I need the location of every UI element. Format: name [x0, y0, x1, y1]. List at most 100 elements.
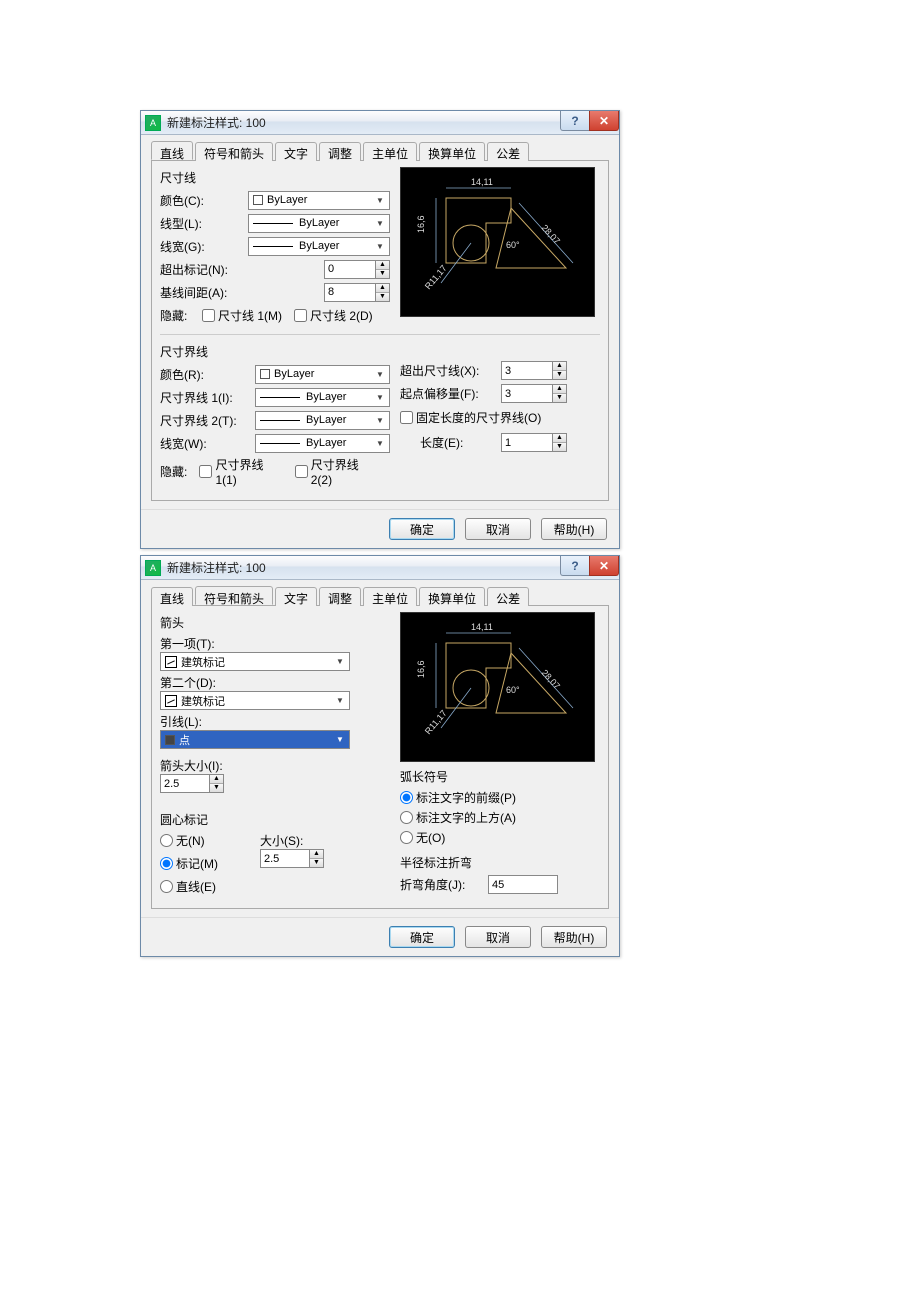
chevron-down-icon: ▼: [373, 366, 387, 383]
tab-symbols[interactable]: 符号和箭头: [195, 586, 273, 605]
color-combo[interactable]: ByLayer ▼: [248, 191, 390, 210]
svg-text:14,11: 14,11: [471, 622, 493, 632]
extend-beyond-input[interactable]: [501, 361, 553, 380]
tab-primary-units[interactable]: 主单位: [363, 587, 417, 606]
arc-prefix-radio[interactable]: 标注文字的前缀(P): [400, 789, 588, 806]
spin-up-icon[interactable]: ▲: [210, 775, 223, 784]
second-arrow-combo[interactable]: 建筑标记▼: [160, 691, 350, 710]
radius-jog-group-label: 半径标注折弯: [400, 854, 600, 871]
tab-alt-units[interactable]: 换算单位: [419, 587, 485, 606]
spin-up-icon[interactable]: ▲: [553, 385, 566, 394]
fixed-length-checkbox[interactable]: 固定长度的尺寸界线(O): [400, 409, 541, 426]
jog-angle-input[interactable]: [488, 875, 558, 894]
spin-up-icon[interactable]: ▲: [553, 434, 566, 443]
arrow-size-label: 箭头大小(I):: [160, 757, 390, 774]
close-icon[interactable]: ✕: [589, 556, 619, 576]
ext-hide-label: 隐藏:: [160, 463, 199, 480]
cancel-button[interactable]: 取消: [465, 926, 531, 948]
spin-down-icon[interactable]: ▼: [553, 443, 566, 451]
hide-extline2-checkbox[interactable]: 尺寸界线 2(2): [295, 456, 378, 487]
center-size-input[interactable]: [260, 849, 310, 868]
app-icon: A: [145, 560, 161, 576]
svg-text:16,6: 16,6: [416, 215, 426, 233]
extline1-linetype-combo[interactable]: ByLayer▼: [255, 388, 390, 407]
spin-down-icon[interactable]: ▼: [553, 394, 566, 402]
tab-fit[interactable]: 调整: [319, 142, 361, 161]
tab-strip: 直线 符号和箭头 文字 调整 主单位 换算单位 公差: [151, 586, 609, 606]
center-mark-group-label: 圆心标记: [160, 811, 390, 828]
ext-lineweight-label: 线宽(W):: [160, 435, 255, 452]
arc-none-radio[interactable]: 无(O): [400, 829, 588, 846]
arc-symbol-group-label: 弧长符号: [400, 768, 600, 785]
titlebar[interactable]: A 新建标注样式: 100 ? ✕: [141, 111, 619, 135]
extend-ticks-input[interactable]: [324, 260, 376, 279]
tab-lines[interactable]: 直线: [151, 587, 193, 606]
help-button[interactable]: 帮助(H): [541, 518, 607, 540]
extend-ticks-spinner[interactable]: ▲▼: [324, 260, 390, 279]
baseline-spacing-input[interactable]: [324, 283, 376, 302]
tab-alt-units[interactable]: 换算单位: [419, 142, 485, 161]
tab-tolerance[interactable]: 公差: [487, 142, 529, 161]
help-icon[interactable]: ?: [560, 111, 590, 131]
tab-fit[interactable]: 调整: [319, 587, 361, 606]
tab-primary-units[interactable]: 主单位: [363, 142, 417, 161]
spin-down-icon[interactable]: ▼: [310, 859, 323, 867]
close-icon[interactable]: ✕: [589, 111, 619, 131]
arc-above-radio[interactable]: 标注文字的上方(A): [400, 809, 588, 826]
spin-up-icon[interactable]: ▲: [376, 261, 389, 270]
offset-origin-input[interactable]: [501, 384, 553, 403]
center-none-radio[interactable]: 无(N): [160, 832, 218, 849]
spin-down-icon[interactable]: ▼: [210, 784, 223, 792]
help-icon[interactable]: ?: [560, 556, 590, 576]
center-mark-radio[interactable]: 标记(M): [160, 855, 218, 872]
offset-origin-spinner[interactable]: ▲▼: [501, 384, 567, 403]
linetype-combo[interactable]: ByLayer▼: [248, 214, 390, 233]
ext-color-label: 颜色(R):: [160, 366, 255, 383]
jog-angle-label: 折弯角度(J):: [400, 876, 482, 893]
center-line-radio[interactable]: 直线(E): [160, 878, 218, 895]
hide-dimline1-checkbox[interactable]: 尺寸线 1(M): [202, 307, 282, 324]
chevron-down-icon: ▼: [373, 435, 387, 452]
arrow-size-spinner[interactable]: ▲▼: [160, 774, 390, 793]
chevron-down-icon: ▼: [373, 412, 387, 429]
spin-down-icon[interactable]: ▼: [553, 371, 566, 379]
help-button[interactable]: 帮助(H): [541, 926, 607, 948]
arrow-size-input[interactable]: [160, 774, 210, 793]
chevron-down-icon: ▼: [333, 653, 347, 670]
ok-button[interactable]: 确定: [389, 518, 455, 540]
extline-group-label: 尺寸界线: [160, 343, 390, 360]
spin-up-icon[interactable]: ▲: [553, 362, 566, 371]
leader-arrow-label: 引线(L):: [160, 713, 390, 730]
titlebar[interactable]: A 新建标注样式: 100 ? ✕: [141, 556, 619, 580]
tab-text[interactable]: 文字: [275, 142, 317, 161]
spin-down-icon[interactable]: ▼: [376, 293, 389, 301]
tab-symbols[interactable]: 符号和箭头: [195, 142, 273, 161]
tab-text[interactable]: 文字: [275, 587, 317, 606]
cancel-button[interactable]: 取消: [465, 518, 531, 540]
spin-up-icon[interactable]: ▲: [310, 850, 323, 859]
first-arrow-combo[interactable]: 建筑标记▼: [160, 652, 350, 671]
center-size-spinner[interactable]: ▲▼: [260, 849, 324, 868]
tab-lines[interactable]: 直线: [151, 141, 193, 160]
tab-tolerance[interactable]: 公差: [487, 587, 529, 606]
ext-lineweight-combo[interactable]: ByLayer▼: [255, 434, 390, 453]
spin-down-icon[interactable]: ▼: [376, 270, 389, 278]
color-value: ByLayer: [267, 194, 307, 206]
ok-button[interactable]: 确定: [389, 926, 455, 948]
extend-beyond-spinner[interactable]: ▲▼: [501, 361, 567, 380]
leader-arrow-combo[interactable]: 点▼: [160, 730, 350, 749]
extline1-linetype-label: 尺寸界线 1(I):: [160, 389, 255, 406]
baseline-spacing-spinner[interactable]: ▲▼: [324, 283, 390, 302]
fixed-length-spinner[interactable]: ▲▼: [501, 433, 567, 452]
hide-extline1-checkbox[interactable]: 尺寸界线 1(1): [199, 456, 282, 487]
fixed-length-input[interactable]: [501, 433, 553, 452]
center-size-label: 大小(S):: [260, 832, 324, 849]
ext-color-combo[interactable]: ByLayer▼: [255, 365, 390, 384]
extline2-linetype-label: 尺寸界线 2(T):: [160, 412, 255, 429]
extline2-linetype-combo[interactable]: ByLayer▼: [255, 411, 390, 430]
spin-up-icon[interactable]: ▲: [376, 284, 389, 293]
lineweight-combo[interactable]: ByLayer▼: [248, 237, 390, 256]
chevron-down-icon: ▼: [373, 192, 387, 209]
extend-ticks-label: 超出标记(N):: [160, 261, 248, 278]
hide-dimline2-checkbox[interactable]: 尺寸线 2(D): [294, 307, 373, 324]
